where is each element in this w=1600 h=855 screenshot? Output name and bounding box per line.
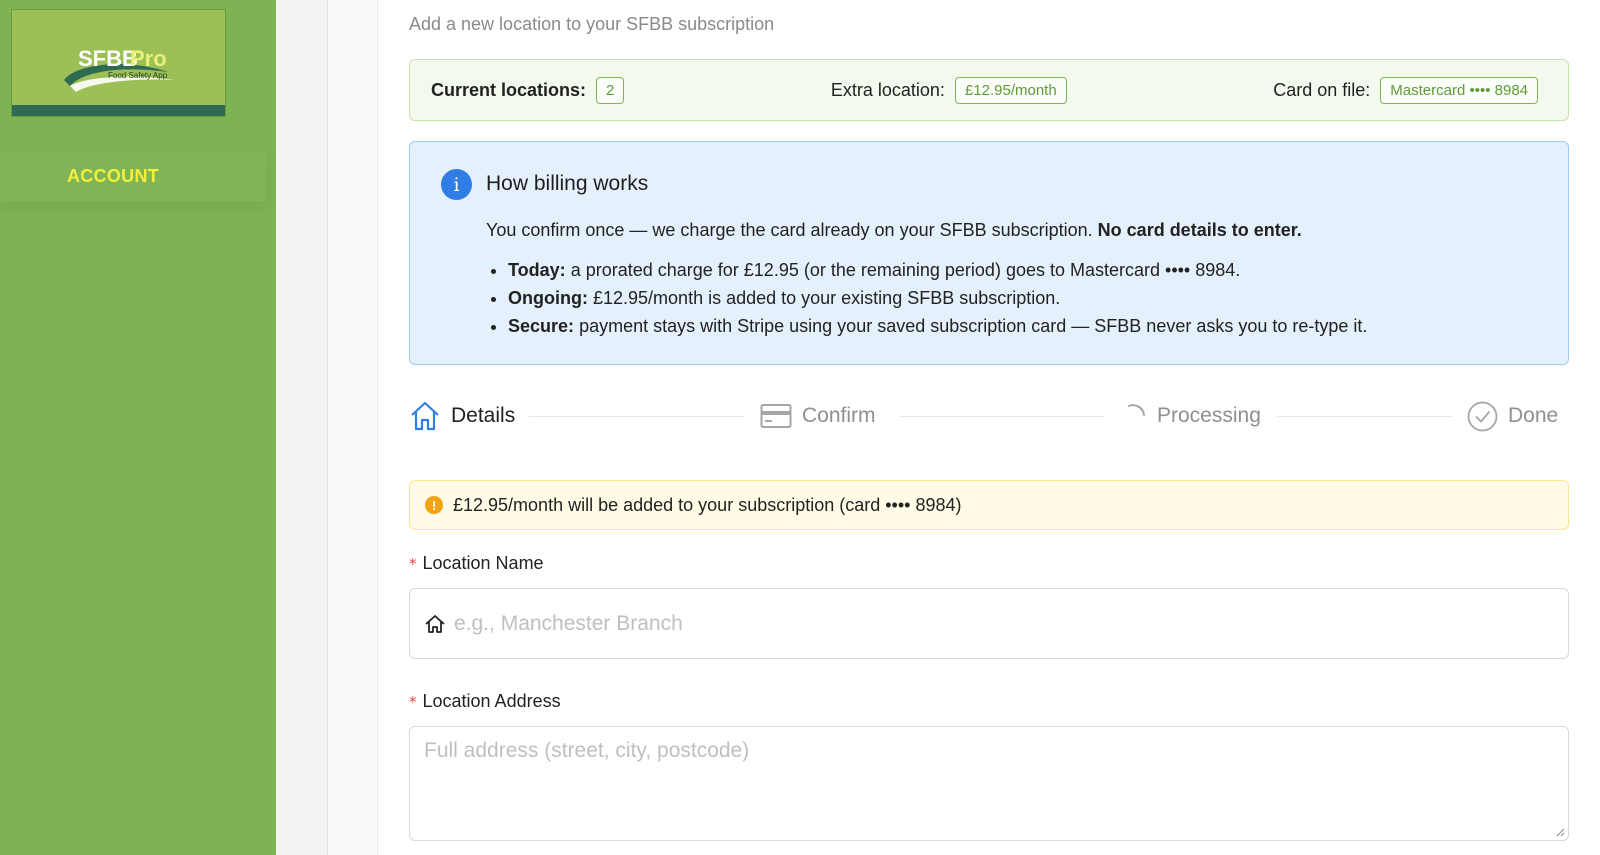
home-icon bbox=[411, 401, 439, 431]
logo-swoosh-icon: SFBB Pro Food Safety App bbox=[64, 46, 174, 92]
list-item: Today: a prorated charge for £12.95 (or … bbox=[508, 256, 1367, 284]
logo[interactable]: SFBB Pro Food Safety App bbox=[11, 9, 226, 117]
billing-title: How billing works bbox=[486, 172, 649, 195]
billing-list: Today: a prorated charge for £12.95 (or … bbox=[508, 256, 1367, 340]
location-address-textarea[interactable] bbox=[410, 727, 1568, 840]
list-item-text: a prorated charge for £12.95 (or the rem… bbox=[570, 260, 1241, 280]
page-subtitle: Add a new location to your SFBB subscrip… bbox=[409, 14, 775, 34]
logo-tagline: Food Safety App bbox=[108, 71, 168, 80]
charge-notice: ! £12.95/month will be added to your sub… bbox=[409, 480, 1569, 530]
required-asterisk: * bbox=[409, 693, 417, 711]
subscription-summary: Current locations: 2 Extra location: £12… bbox=[409, 59, 1569, 121]
location-name-label: * Location Name bbox=[409, 553, 544, 574]
exclamation-icon: ! bbox=[425, 496, 443, 514]
info-icon: i bbox=[441, 169, 472, 200]
billing-info-alert: i How billing works You confirm once — w… bbox=[409, 141, 1569, 365]
list-item-text: payment stays with Stripe using your sav… bbox=[579, 316, 1368, 336]
layout-gutter bbox=[276, 0, 327, 855]
current-locations: Current locations: 2 bbox=[431, 76, 625, 104]
card-on-file-badge: Mastercard •••• 8984 bbox=[1380, 76, 1538, 104]
sidebar: SFBB Pro Food Safety App ACCOUNT bbox=[0, 0, 276, 855]
progress-steps: Details Confirm Processing Done bbox=[409, 396, 1569, 436]
main-content: Add a new location to your SFBB subscrip… bbox=[378, 0, 1600, 855]
list-item: Secure: payment stays with Stripe using … bbox=[508, 312, 1367, 340]
logo-brand-secondary: Pro bbox=[130, 46, 167, 71]
location-name-field[interactable] bbox=[409, 588, 1569, 659]
sidebar-item-account[interactable]: ACCOUNT bbox=[0, 150, 266, 202]
credit-card-icon bbox=[760, 404, 792, 428]
location-name-label-text: Location Name bbox=[422, 553, 544, 573]
list-item-title: Today: bbox=[508, 260, 566, 280]
card-on-file: Card on file: Mastercard •••• 8984 bbox=[1273, 76, 1538, 104]
billing-description-text: You confirm once — we charge the card al… bbox=[486, 220, 1093, 240]
step-label: Done bbox=[1508, 404, 1559, 427]
billing-description-emphasis: No card details to enter. bbox=[1097, 220, 1302, 240]
extra-location-label: Extra location: bbox=[830, 79, 945, 100]
location-address-field[interactable] bbox=[409, 726, 1569, 841]
logo-strip bbox=[12, 105, 225, 116]
step-done: Done bbox=[1467, 396, 1558, 436]
step-label: Details bbox=[451, 404, 516, 427]
step-confirm: Confirm bbox=[760, 396, 876, 436]
extra-location-price-badge: £12.95/month bbox=[954, 76, 1067, 104]
step-connector bbox=[529, 416, 744, 417]
resize-handle-icon[interactable] bbox=[1555, 827, 1565, 837]
list-item-text: £12.95/month is added to your existing S… bbox=[593, 288, 1061, 308]
billing-description: You confirm once — we charge the card al… bbox=[486, 220, 1302, 241]
content-gutter bbox=[327, 0, 378, 855]
list-item-title: Ongoing: bbox=[508, 288, 588, 308]
check-circle-icon bbox=[1467, 401, 1498, 431]
list-item: Ongoing: £12.95/month is added to your e… bbox=[508, 284, 1367, 312]
card-on-file-label: Card on file: bbox=[1273, 79, 1371, 100]
loading-icon bbox=[1128, 404, 1145, 416]
extra-location: Extra location: £12.95/month bbox=[830, 76, 1067, 104]
location-address-label-text: Location Address bbox=[422, 691, 561, 711]
current-locations-label: Current locations: bbox=[431, 79, 587, 100]
location-name-input[interactable] bbox=[454, 611, 1554, 636]
step-connector bbox=[899, 416, 1104, 417]
step-label: Processing bbox=[1157, 404, 1261, 427]
charge-notice-text: £12.95/month will be added to your subsc… bbox=[453, 494, 962, 515]
list-item-title: Secure: bbox=[508, 316, 575, 336]
home-icon bbox=[425, 614, 445, 633]
step-details: Details bbox=[409, 396, 515, 436]
step-label: Confirm bbox=[802, 404, 876, 427]
sidebar-item-label: ACCOUNT bbox=[66, 165, 160, 186]
step-connector bbox=[1277, 416, 1453, 417]
required-asterisk: * bbox=[409, 555, 417, 573]
location-address-label: * Location Address bbox=[409, 691, 561, 712]
step-processing: Processing bbox=[1121, 396, 1261, 436]
current-locations-badge: 2 bbox=[596, 76, 625, 104]
logo-brand-primary: SFBB bbox=[78, 46, 138, 71]
